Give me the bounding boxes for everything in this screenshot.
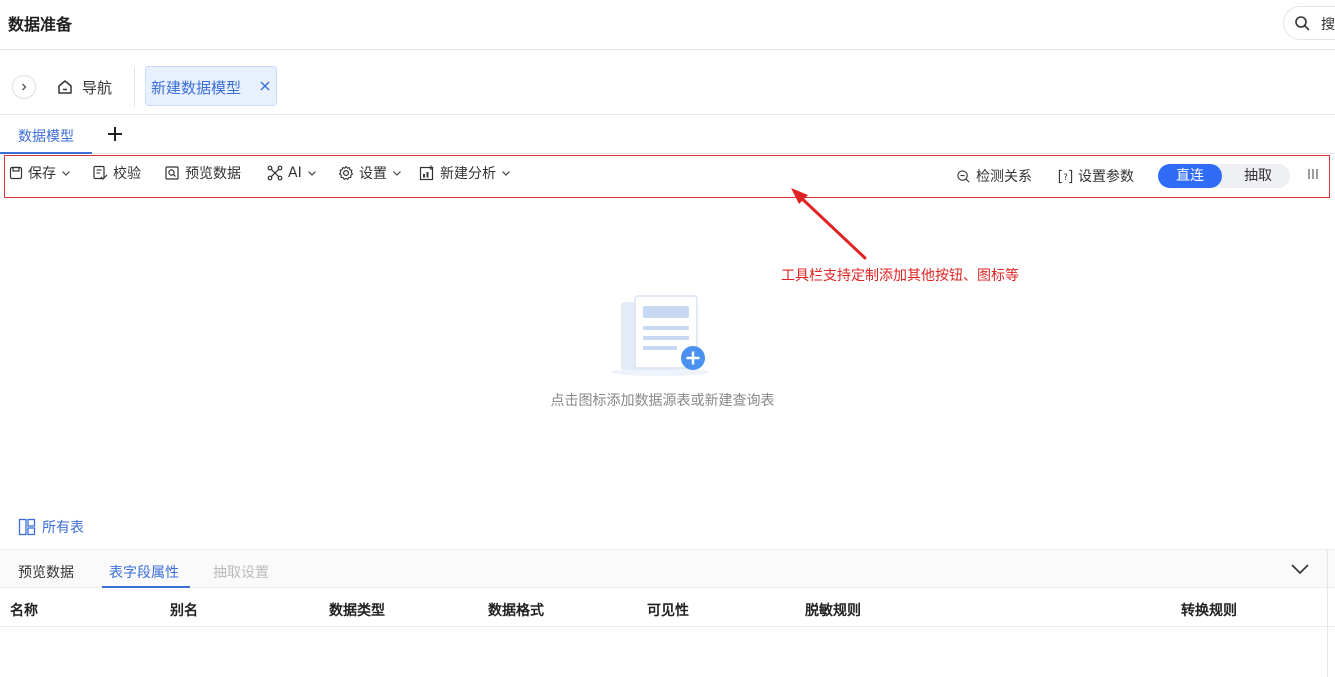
nav-tab[interactable]: 导航 — [56, 75, 112, 99]
ai-label: AI — [288, 165, 302, 181]
column-header-visibility: 可见性 — [647, 603, 689, 619]
model-tabs: 数据模型 — [0, 116, 1335, 154]
mode-extract-option[interactable]: 抽取 — [1226, 164, 1290, 188]
set-params-button[interactable]: ? 设置参数 — [1058, 166, 1134, 186]
tab-extract-settings: 抽取设置 — [213, 565, 269, 581]
add-datasource-icon[interactable] — [605, 292, 715, 380]
validate-button[interactable]: 校验 — [92, 163, 141, 183]
search-label: 搜 — [1321, 17, 1335, 33]
search-icon — [1295, 16, 1310, 31]
field-table-header: 名称 别名 数据类型 数据格式 可见性 脱敏规则 转换规则 — [0, 589, 1335, 627]
layout-icon — [18, 518, 36, 536]
annotation-text: 工具栏支持定制添加其他按钮、图标等 — [781, 268, 1019, 284]
chevron-down-icon — [62, 171, 70, 176]
svg-text:?: ? — [1063, 171, 1067, 181]
annotation-arrow — [791, 188, 867, 260]
chevron-down-icon — [307, 171, 316, 176]
new-analysis-button[interactable]: 新建分析 — [419, 163, 511, 183]
tab-divider — [134, 67, 135, 107]
preview-label: 预览数据 — [185, 166, 241, 182]
add-tab-icon[interactable] — [106, 125, 124, 143]
settings-button[interactable]: 设置 — [338, 163, 402, 183]
more-icon[interactable] — [1307, 168, 1319, 180]
preview-icon — [165, 166, 179, 180]
settings-label: 设置 — [359, 166, 387, 182]
save-icon — [9, 166, 23, 180]
mode-direct-option[interactable]: 直连 — [1158, 164, 1222, 188]
save-button[interactable]: 保存 — [9, 163, 71, 183]
ai-network-icon — [267, 165, 283, 181]
save-label: 保存 — [28, 166, 56, 182]
tab-bar: 导航 新建数据模型 — [0, 51, 1335, 115]
active-tab-indicator — [102, 586, 190, 588]
close-icon[interactable] — [259, 80, 271, 92]
column-header-name: 名称 — [10, 603, 38, 619]
expand-sidebar-button[interactable] — [12, 75, 36, 99]
bottom-panel: 预览数据 表字段属性 抽取设置 名称 别名 数据类型 数据格式 可见性 脱敏规则… — [0, 549, 1335, 677]
chart-add-icon — [419, 165, 434, 181]
toolbar: 保存 校验 预览数据 AI 设置 新建分析 检测关系 ? 设置参数 直连 抽取 — [4, 155, 1330, 198]
tab-field-properties[interactable]: 表字段属性 — [109, 562, 179, 582]
home-icon — [58, 80, 72, 94]
connection-mode-toggle[interactable]: 直连 抽取 — [1158, 164, 1290, 188]
column-header-data-format: 数据格式 — [488, 603, 544, 619]
app-header: 数据准备 搜 — [0, 0, 1335, 50]
detect-relations-button[interactable]: 检测关系 — [956, 166, 1032, 186]
gear-icon — [338, 165, 354, 180]
empty-hint-text: 点击图标添加数据源表或新建查询表 — [550, 393, 775, 409]
app-title: 数据准备 — [8, 15, 73, 34]
preview-data-button[interactable]: 预览数据 — [164, 163, 241, 183]
column-header-alias: 别名 — [170, 603, 198, 619]
detect-icon — [957, 169, 970, 183]
tab-new-data-model[interactable]: 新建数据模型 — [145, 66, 277, 106]
params-icon: ? — [1058, 169, 1073, 183]
chevron-down-icon — [502, 171, 510, 176]
validate-label: 校验 — [113, 166, 141, 182]
column-header-transform-rule: 转换规则 — [1181, 603, 1237, 619]
column-header-masking-rule: 脱敏规则 — [805, 603, 861, 619]
search-box[interactable]: 搜 — [1283, 6, 1335, 40]
column-header-data-type: 数据类型 — [329, 603, 385, 619]
all-tables-button[interactable]: 所有表 — [18, 517, 84, 537]
detect-relations-label: 检测关系 — [976, 169, 1032, 185]
chevron-right-icon — [22, 83, 27, 91]
chevron-down-icon[interactable] — [1290, 562, 1310, 576]
tab-preview-data[interactable]: 预览数据 — [18, 562, 74, 582]
panel-right-border — [1327, 549, 1328, 677]
tab-data-model[interactable]: 数据模型 — [0, 116, 92, 154]
ai-button[interactable]: AI — [267, 163, 317, 183]
set-params-label: 设置参数 — [1078, 169, 1134, 185]
nav-tab-label: 导航 — [82, 78, 113, 97]
new-analysis-label: 新建分析 — [440, 166, 496, 182]
validate-icon — [93, 165, 108, 180]
chevron-down-icon — [393, 171, 401, 176]
bottom-panel-tabs: 预览数据 表字段属性 抽取设置 — [0, 550, 1335, 588]
all-tables-label: 所有表 — [42, 520, 84, 536]
tab-new-data-model-label: 新建数据模型 — [151, 79, 242, 97]
